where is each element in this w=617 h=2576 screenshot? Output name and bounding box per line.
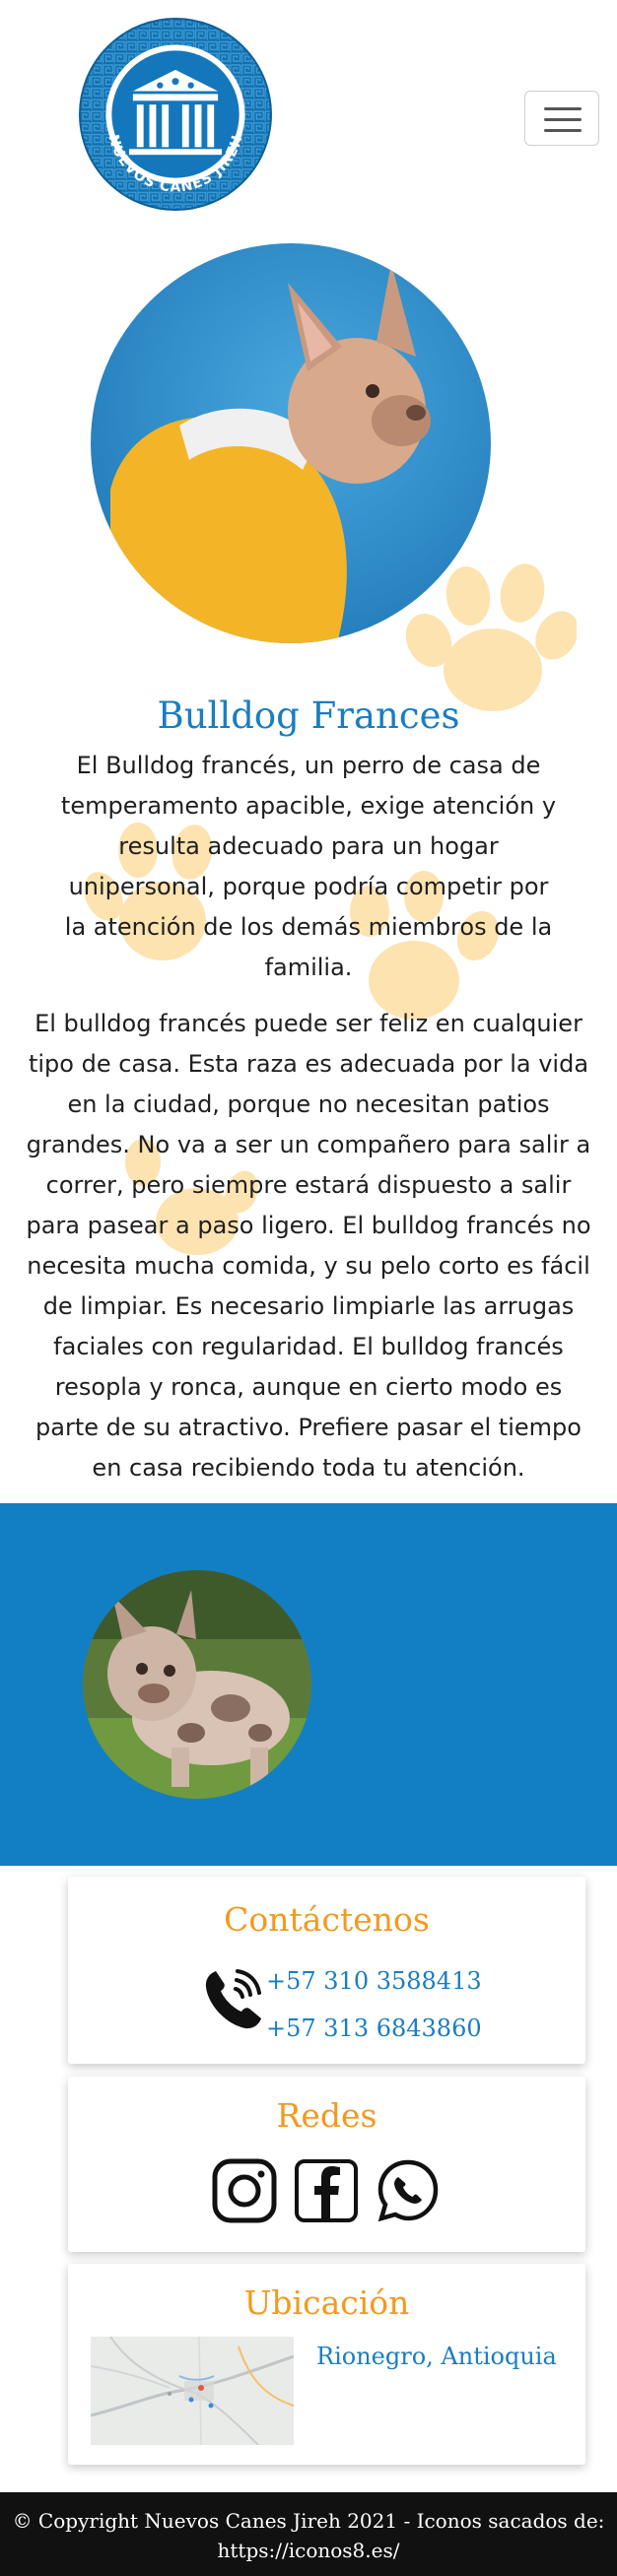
copyright-text: © Copyright Nuevos Canes Jireh 2021 - Ic… xyxy=(12,2509,605,2533)
phone-link[interactable]: +57 313 6843860 xyxy=(266,2015,482,2042)
location-text: Rionegro, Antioquia xyxy=(316,2343,557,2370)
hamburger-icon xyxy=(544,107,582,110)
contact-card: Contáctenos +57 310 3588413 +57 313 6843… xyxy=(68,1877,585,2064)
phone-icon xyxy=(205,1969,261,2029)
social-title: Redes xyxy=(276,2096,377,2135)
contact-title: Contáctenos xyxy=(224,1900,430,1939)
facebook-icon[interactable] xyxy=(293,2157,360,2224)
menu-toggle-button[interactable] xyxy=(524,91,599,146)
phone-link[interactable]: +57 310 3588413 xyxy=(266,1967,482,1995)
location-card: Ubicación Rionegro, Antioquia xyxy=(68,2264,585,2465)
instagram-icon[interactable] xyxy=(211,2157,278,2224)
breed-description-paragraph: El Bulldog francés, un perro de casa de … xyxy=(60,752,557,982)
location-map[interactable] xyxy=(91,2337,294,2445)
icons-source-link[interactable]: https://iconos8.es/ xyxy=(218,2539,400,2562)
gallery-band xyxy=(0,1503,617,1866)
social-card: Redes xyxy=(68,2077,585,2252)
breed-description-paragraph: El bulldog francés puede ser feliz en cu… xyxy=(26,1010,591,1483)
whatsapp-icon[interactable] xyxy=(375,2157,442,2224)
site-footer: © Copyright Nuevos Canes Jireh 2021 - Ic… xyxy=(0,2492,617,2576)
location-title: Ubicación xyxy=(243,2283,410,2322)
bulldog-merle-photo xyxy=(83,1570,311,1799)
breed-section: Bulldog Frances El Bulldog francés, un p… xyxy=(0,694,617,1504)
site-header: NUEVOS CANES JIREH xyxy=(0,0,617,229)
breed-title: Bulldog Frances xyxy=(157,694,460,737)
logo[interactable]: NUEVOS CANES JIREH xyxy=(79,18,272,211)
